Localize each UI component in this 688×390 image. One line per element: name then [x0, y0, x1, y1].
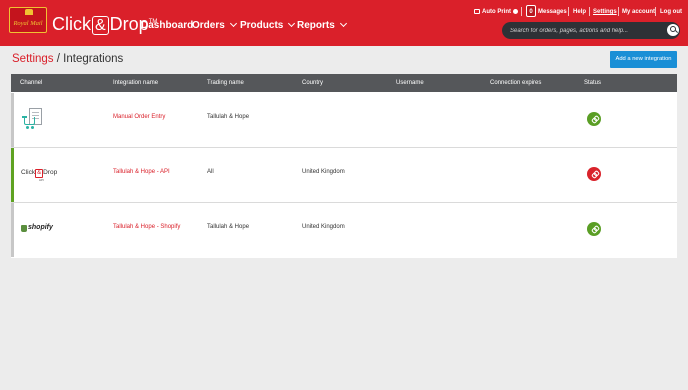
- add-integration-button[interactable]: Add a new integration: [610, 51, 677, 68]
- breadcrumb-settings[interactable]: Settings: [12, 53, 54, 65]
- royal-mail-logo-text: Royal Mail: [13, 20, 43, 27]
- nav-reports-label: Reports: [297, 20, 335, 31]
- manual-order-entry-icon: [22, 108, 46, 130]
- cart-wheel: [26, 126, 29, 129]
- page-title-text: Integrations: [63, 53, 124, 65]
- brand-amp: &: [92, 16, 109, 35]
- column-header-username: Username: [396, 80, 424, 86]
- messages-count-badge[interactable]: 0: [526, 5, 536, 17]
- disconnected-status-icon[interactable]: [587, 167, 601, 181]
- link-icon: [590, 224, 601, 235]
- nav-orders[interactable]: Orders: [192, 19, 237, 31]
- help-link[interactable]: Help: [573, 6, 586, 18]
- logo-click: Click: [21, 169, 36, 176]
- link-icon: [590, 114, 601, 125]
- my-account-link[interactable]: My account: [622, 6, 655, 18]
- auto-print-label: Auto Print: [482, 9, 511, 15]
- logo-amp: &: [35, 169, 44, 178]
- utility-divider: [618, 7, 619, 16]
- shopify-logo-text: shopify: [28, 224, 53, 231]
- settings-link[interactable]: Settings: [593, 6, 617, 18]
- column-header-country: Country: [302, 80, 324, 86]
- column-header-integration-name: Integration name: [113, 80, 159, 86]
- utility-divider: [589, 7, 590, 16]
- column-header-status: Status: [584, 80, 602, 86]
- broken-link-icon: [590, 169, 601, 180]
- search-icon-handle: [675, 30, 678, 34]
- breadcrumb-separator: /: [53, 53, 64, 65]
- column-header-connection-expires: Connection expires: [490, 80, 542, 86]
- nav-reports[interactable]: Reports: [297, 19, 347, 31]
- crown-icon: [25, 9, 33, 15]
- page-title: Settings / Integrations: [12, 53, 123, 65]
- utility-divider: [521, 7, 522, 16]
- table-row[interactable]: Manual Order Entry Tallulah & Hope: [11, 93, 677, 147]
- country: United Kingdom: [302, 224, 345, 230]
- cart-wheel: [31, 126, 34, 129]
- nav-dashboard[interactable]: Dashboard: [141, 20, 193, 31]
- column-header-trading-name: Trading name: [207, 80, 244, 86]
- column-header-channel: Channel: [20, 80, 43, 86]
- integrations-table: Channel Integration name Trading name Co…: [11, 74, 677, 258]
- messages-link[interactable]: Messages: [538, 6, 567, 18]
- country: United Kingdom: [302, 169, 345, 175]
- document-line: [32, 115, 39, 116]
- utility-divider: [568, 7, 569, 16]
- click-and-drop-logo: Click & Drop: [21, 169, 57, 178]
- table-header: Channel Integration name Trading name Co…: [11, 74, 677, 92]
- search-button[interactable]: [667, 24, 679, 36]
- global-search: [502, 22, 680, 39]
- shopping-cart-handle: [22, 116, 27, 118]
- document-line: [32, 112, 39, 113]
- nav-products[interactable]: Products: [240, 19, 296, 31]
- trading-name: Tallulah & Hope: [207, 224, 250, 230]
- chevron-down-icon: [288, 19, 296, 28]
- table-row[interactable]: shopify Tallulah & Hope - Shopify Tallul…: [11, 203, 677, 257]
- chevron-down-icon: [229, 19, 237, 28]
- settings-gear-icon: [513, 8, 518, 14]
- logo-drop: Drop: [43, 169, 58, 176]
- chevron-down-icon: [339, 19, 347, 28]
- connected-status-icon[interactable]: [587, 222, 601, 236]
- nav-dashboard-label: Dashboard: [141, 20, 194, 31]
- auto-print-toggle[interactable]: Auto Print: [474, 6, 518, 18]
- printer-icon: [474, 8, 480, 14]
- shopping-cart-icon: [24, 117, 35, 125]
- royal-mail-logo[interactable]: Royal Mail: [9, 7, 47, 33]
- log-out-link[interactable]: Log out: [660, 6, 682, 18]
- nav-orders-label: Orders: [192, 20, 225, 31]
- search-input[interactable]: [510, 24, 658, 37]
- trading-name: Tallulah & Hope: [207, 114, 250, 120]
- trading-name: All: [207, 169, 214, 175]
- logo-api-label: API: [39, 178, 44, 182]
- integration-name-link[interactable]: Manual Order Entry: [113, 114, 165, 120]
- utility-divider: [655, 7, 656, 16]
- brand-part1: Click: [52, 14, 91, 34]
- table-row[interactable]: Click & Drop API Tallulah & Hope - API All…: [11, 148, 677, 202]
- top-header: Royal Mail Click & DropTM Dashboard Orders…: [0, 0, 688, 46]
- connected-status-icon[interactable]: [587, 112, 601, 126]
- integration-name-link[interactable]: Tallulah & Hope - API: [113, 169, 170, 175]
- nav-products-label: Products: [240, 20, 284, 31]
- integration-name-link[interactable]: Tallulah & Hope - Shopify: [113, 224, 180, 230]
- shopify-bag-icon: [21, 225, 27, 232]
